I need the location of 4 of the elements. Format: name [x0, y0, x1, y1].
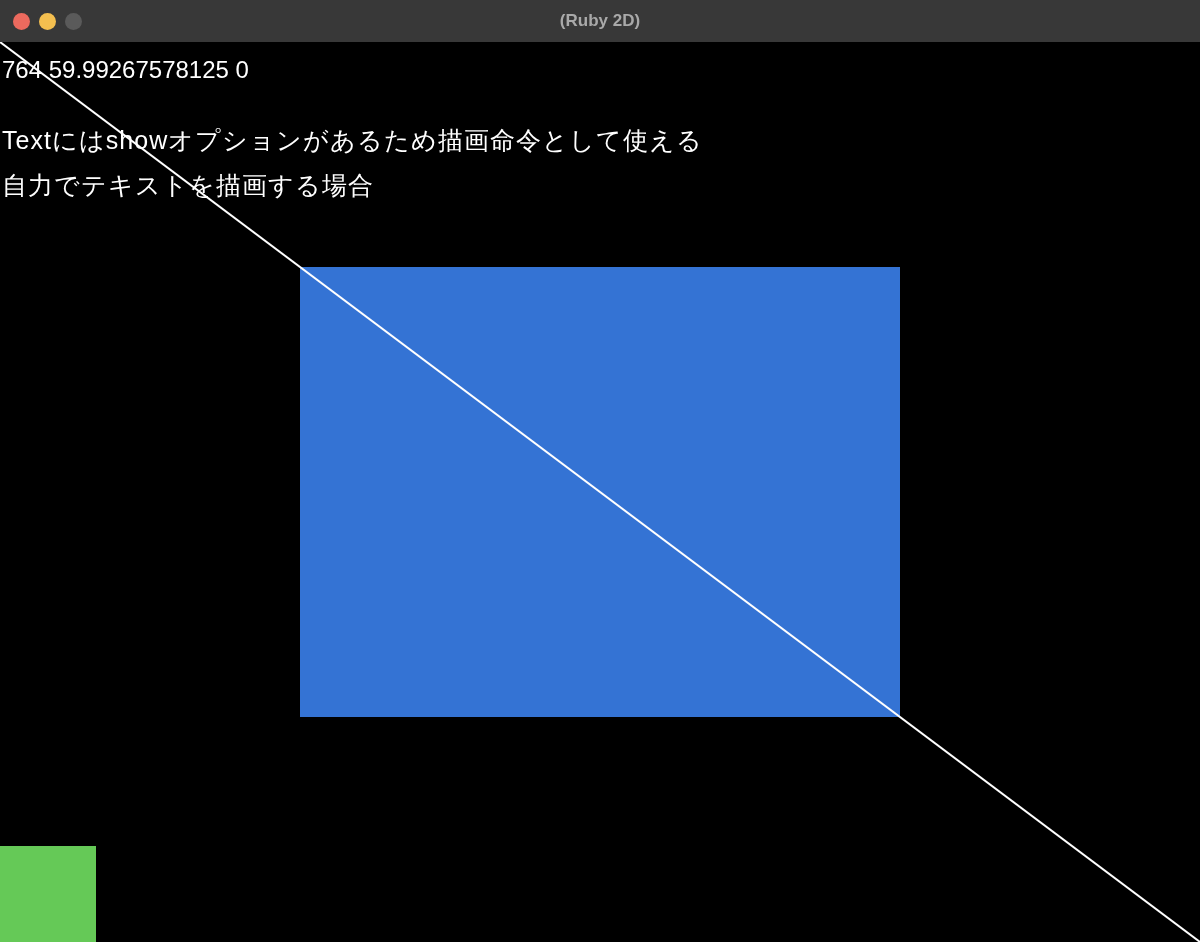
minimize-button[interactable] [39, 13, 56, 30]
canvas-text: 764 59.99267578125 0 [2, 55, 249, 85]
close-button[interactable] [13, 13, 30, 30]
window-title: (Ruby 2D) [559, 10, 641, 33]
